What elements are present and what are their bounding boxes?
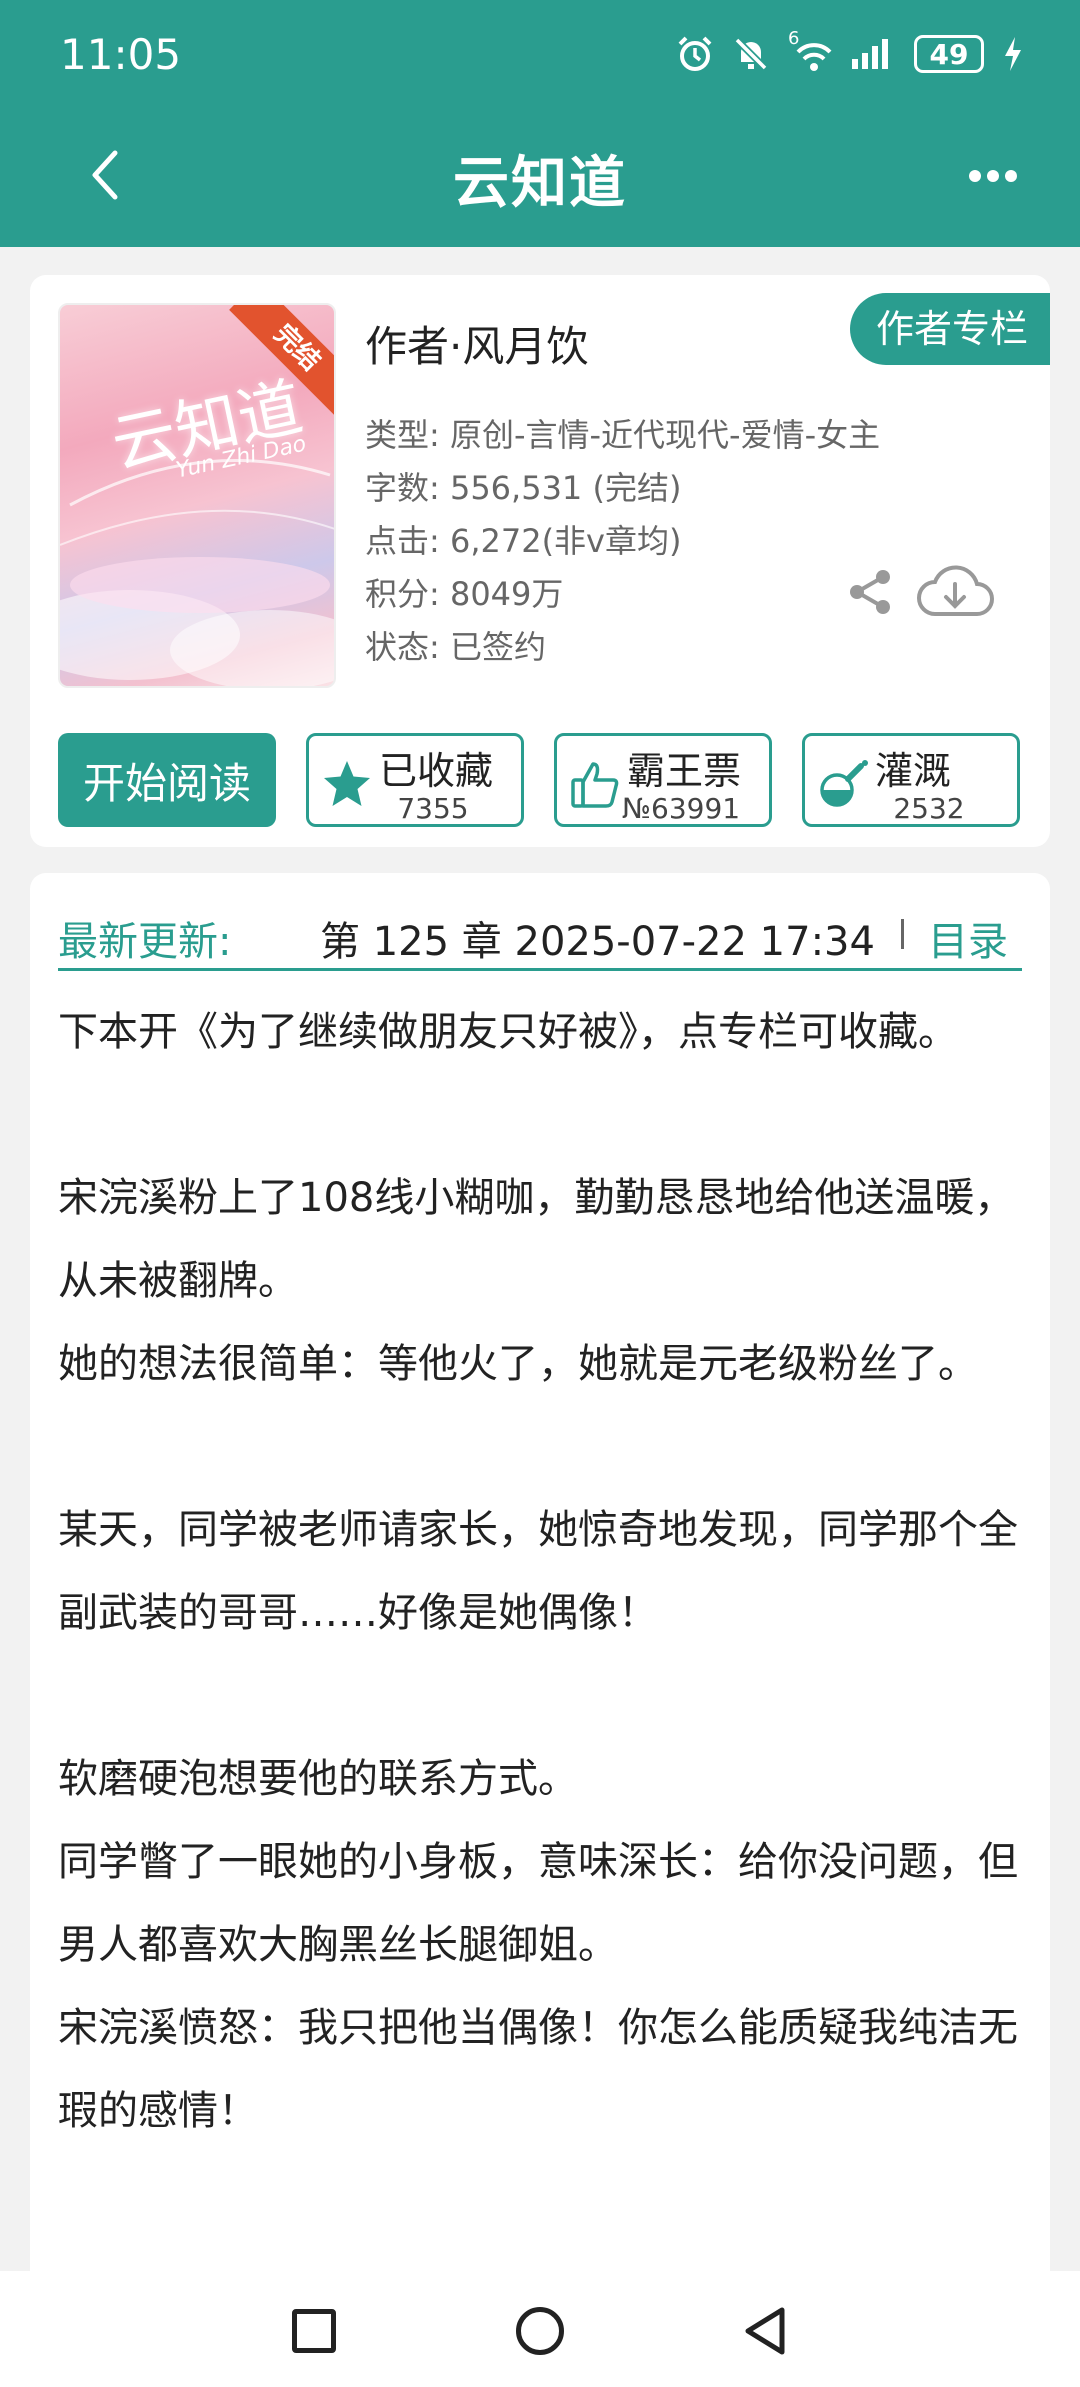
page-title: 云知道: [453, 151, 627, 216]
top-bar: 11:05 6 49 云知道: [0, 0, 1080, 247]
recent-apps-button[interactable]: [292, 2309, 336, 2353]
alarm-icon: [678, 36, 712, 71]
overlord-ticket-label: 霸王票: [627, 749, 742, 793]
navigation-bar: 云知道: [0, 120, 1080, 230]
charging-icon: [1005, 37, 1021, 71]
overlord-ticket-button[interactable]: 霸王票 №63991: [554, 733, 772, 827]
nutrient-count: 2532: [893, 792, 965, 825]
more-dots-icon: [969, 170, 1017, 182]
system-back-icon[interactable]: [740, 2305, 790, 2357]
table-of-contents-link[interactable]: 目录: [928, 909, 1008, 967]
battery-indicator: 49: [914, 35, 984, 73]
score: 积分: 8049万: [365, 575, 564, 613]
book-type: 类型: 原创-言情-近代现代-爱情-女主: [365, 416, 881, 454]
latest-chapter-link[interactable]: 第 125 章 2025-07-22 17:34: [320, 909, 900, 967]
wifi-indicator: 6: [788, 28, 832, 74]
sign-status: 状态: 已签约: [365, 628, 546, 666]
book-synopsis: 下本开《为了继续做朋友只好被》，点专栏可收藏。 宋浣溪粉上了108线小糊咖，勤勤…: [58, 1009, 1018, 2134]
nutrient-label: 灌溉: [875, 749, 952, 793]
synopsis-card: 最新更新: 第 125 章 2025-07-22 17:34 目录 下本开《为了…: [30, 873, 1050, 2387]
overlord-ticket-count: №63991: [621, 792, 741, 825]
divider: [901, 919, 904, 949]
click-count: 点击: 6,272(非v章均): [365, 522, 682, 560]
latest-update-row: 最新更新: 第 125 章 2025-07-22 17:34 目录: [58, 901, 1022, 971]
collect-button[interactable]: 已收藏 7355: [306, 733, 524, 827]
book-cover[interactable]: 云知道 Yun Zhi Dao 完结: [58, 303, 336, 688]
cell-signal-icon: [852, 39, 888, 69]
home-button[interactable]: [516, 2307, 564, 2355]
action-buttons: 开始阅读 已收藏 7355 霸王票 №63991 灌溉 2532: [58, 733, 1022, 829]
latest-update-label: 最新更新:: [58, 919, 232, 965]
word-count: 字数: 556,531 (完结): [365, 469, 682, 507]
author-name[interactable]: 作者·风月饮: [365, 313, 588, 374]
author-column-button[interactable]: 作者专栏: [849, 293, 1050, 365]
start-reading-button[interactable]: 开始阅读: [58, 733, 276, 827]
mute-bell-icon: [734, 37, 768, 71]
more-button[interactable]: [958, 148, 1028, 204]
status-icons: 6 49: [676, 28, 1024, 78]
status-time: 11:05: [60, 30, 182, 79]
wifi-icon: [796, 43, 832, 71]
system-navigation-bar: [0, 2271, 1080, 2387]
download-cloud-icon[interactable]: [915, 560, 995, 622]
collect-count: 7355: [397, 792, 469, 825]
book-info-card: 云知道 Yun Zhi Dao 完结 作者·风月饮 作者专栏 类型: 原创-言情…: [30, 275, 1050, 847]
nutrient-button[interactable]: 灌溉 2532: [802, 733, 1020, 827]
collect-label: 已收藏: [379, 749, 494, 793]
share-icon[interactable]: [845, 567, 895, 617]
